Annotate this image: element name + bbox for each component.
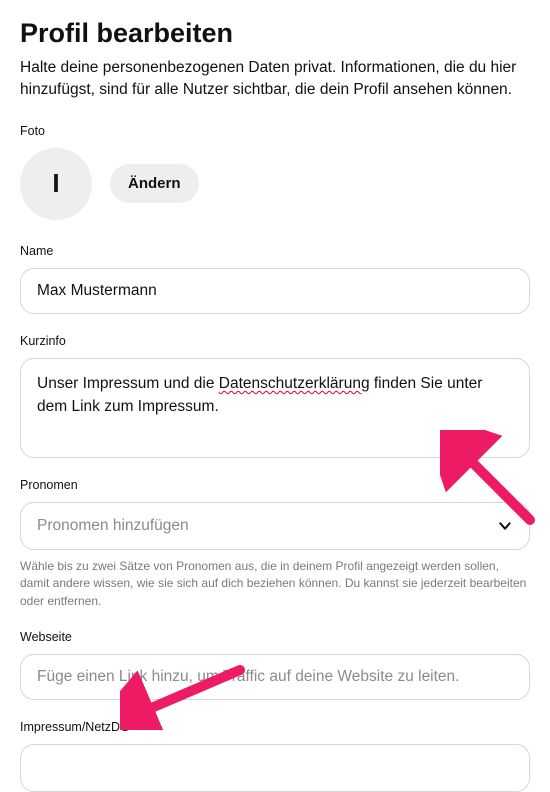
pronouns-label: Pronomen [20, 478, 530, 492]
pronouns-placeholder: Pronomen hinzufügen [37, 517, 189, 535]
bio-section: Kurzinfo Unser Impressum und die Datensc… [20, 334, 530, 458]
pronouns-select[interactable]: Pronomen hinzufügen [20, 502, 530, 550]
website-input[interactable]: Füge einen Link hinzu, um Traffic auf de… [20, 654, 530, 700]
bio-textarea[interactable]: Unser Impressum und die Datenschutzerklä… [20, 358, 530, 458]
avatar[interactable]: I [20, 148, 92, 220]
photo-label: Foto [20, 124, 530, 138]
bio-label: Kurzinfo [20, 334, 530, 348]
page-subtitle: Halte deine personenbezogenen Daten priv… [20, 57, 530, 102]
pronouns-section: Pronomen Pronomen hinzufügen Wähle bis z… [20, 478, 530, 610]
website-section: Webseite Füge einen Link hinzu, um Traff… [20, 630, 530, 700]
impressum-label: Impressum/NetzDG [20, 720, 530, 734]
name-input[interactable] [20, 268, 530, 314]
pronouns-helper: Wähle bis zu zwei Sätze von Pronomen aus… [20, 558, 530, 610]
photo-section: Foto I Ändern [20, 124, 530, 220]
website-label: Webseite [20, 630, 530, 644]
impressum-section: Impressum/NetzDG [20, 720, 530, 792]
change-photo-button[interactable]: Ändern [110, 164, 199, 203]
chevron-down-icon [497, 518, 513, 534]
impressum-input[interactable] [20, 744, 530, 792]
name-label: Name [20, 244, 530, 258]
name-section: Name [20, 244, 530, 314]
page-title: Profil bearbeiten [20, 18, 530, 49]
